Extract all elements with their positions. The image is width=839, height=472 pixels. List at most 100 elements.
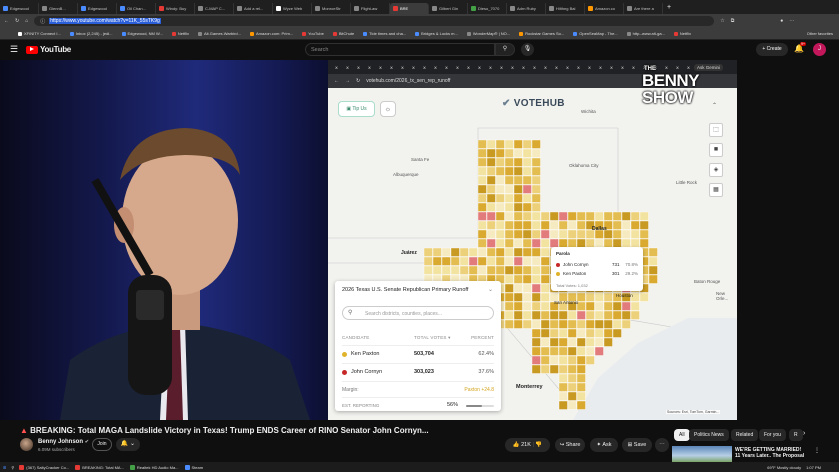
bookmark-item[interactable]: Amazon.com: Prim...	[249, 31, 293, 36]
bookmark-item[interactable]: BitChute	[332, 31, 354, 36]
more-actions-button[interactable]: ⋯	[655, 438, 669, 452]
bookmark-favicon-icon	[466, 31, 471, 36]
browser-tab[interactable]: Oil Chan...	[117, 3, 156, 14]
embedded-tab: X	[621, 64, 624, 70]
join-button[interactable]: Join	[92, 438, 112, 451]
browser-tab[interactable]: Edgewood	[78, 3, 117, 14]
home-icon[interactable]: ⌂	[25, 18, 28, 24]
filter-chip[interactable]: R	[789, 429, 803, 441]
tab-favicon-icon	[120, 6, 125, 11]
taskbar-app[interactable]: (367) SaltyCracker Co...	[19, 464, 69, 470]
chips-next-icon[interactable]: ›	[803, 430, 805, 437]
notifications-button[interactable]: 🔔 9+	[794, 42, 806, 53]
hamburger-menu-icon[interactable]: ☰	[10, 44, 18, 55]
start-icon[interactable]: ⊞	[3, 465, 6, 470]
browser-tab[interactable]: Gilbert Gin	[429, 3, 468, 14]
browser-tab[interactable]: GlennB...	[39, 3, 78, 14]
browser-tab[interactable]: Wyze Web	[273, 3, 312, 14]
host-camera-feed	[0, 60, 328, 420]
site-info-icon[interactable]: ⓘ	[40, 18, 45, 25]
taskbar-app[interactable]: Steam	[184, 464, 203, 470]
share-button[interactable]: ↪ Share	[555, 438, 585, 452]
new-tab-icon[interactable]: +	[667, 4, 671, 11]
county-cell	[549, 229, 559, 239]
tab-favicon-icon	[81, 6, 86, 11]
taskbar-search-icon[interactable]: ⚲	[11, 465, 14, 470]
channel-avatar[interactable]	[20, 438, 33, 451]
weather-widget[interactable]: 69°F Mostly cloudy	[767, 465, 801, 470]
search-input[interactable]: Search	[305, 43, 495, 56]
browser-tab[interactable]: Are there a	[624, 3, 663, 14]
browser-tab[interactable]: BRE	[390, 3, 429, 14]
bookmark-item[interactable]: Rockstar Games So...	[519, 31, 564, 36]
clock[interactable]: 1:07 PM	[806, 465, 821, 470]
browser-tab[interactable]: C-MAP C...	[195, 3, 234, 14]
bookmark-item[interactable]: Bridges & Locks m...	[415, 31, 458, 36]
save-button[interactable]: ⊞ Save	[622, 438, 652, 452]
county-cell	[531, 139, 541, 149]
subscribed-bell-button[interactable]: 🔔 ⌄	[116, 438, 140, 451]
verified-icon: ✔	[84, 439, 89, 445]
county-cell	[630, 301, 640, 311]
bookmark-item[interactable]: Tide times and cha...	[363, 31, 406, 36]
filter-chip[interactable]: Politics News	[689, 429, 729, 441]
bookmark-item[interactable]: Inbox (2,245) - jedi...	[69, 31, 113, 36]
county-cell	[567, 400, 577, 410]
county-cell	[432, 265, 442, 275]
star-icon[interactable]: ☆	[720, 18, 724, 24]
browser-tab[interactable]: Adrn Ruby	[507, 3, 546, 14]
county-cell	[504, 301, 514, 311]
county-cell	[576, 346, 586, 356]
label-santa-fe: Santa Fe	[411, 157, 430, 162]
county-cell	[522, 202, 532, 212]
taskbar-app[interactable]: BREAKING: Total MA...	[75, 464, 124, 470]
county-cell	[495, 139, 505, 149]
embedded-tab: X	[599, 64, 602, 70]
voice-search-button[interactable]: 🎙	[521, 43, 534, 56]
taskbar-app[interactable]: Realtek HD Audio Ma...	[129, 464, 179, 470]
menu-icon[interactable]: ⋯	[789, 18, 794, 24]
bookmark-item[interactable]: http--www.alt-ga...	[626, 31, 665, 36]
browser-tab[interactable]: Hilthng Bal	[546, 3, 585, 14]
bookmark-item[interactable]: Netflix	[673, 31, 691, 36]
back-icon[interactable]: ←	[4, 18, 9, 24]
county-cell	[576, 382, 586, 392]
bookmark-item[interactable]: Netflix	[171, 31, 189, 36]
browser-tab[interactable]: Flight-aw	[351, 3, 390, 14]
youtube-logo[interactable]: YouTube	[26, 45, 71, 54]
label-new-orleans: New Orle...	[716, 291, 729, 301]
bookmark-item[interactable]: WonderMap® | NO...	[466, 31, 510, 36]
bookmark-item[interactable]: OpenSeaMap - The...	[573, 31, 618, 36]
filter-chip[interactable]: All	[674, 429, 690, 441]
browser-tab[interactable]: MonroeStr	[312, 3, 351, 14]
channel-name[interactable]: Benny Johnson ✔	[38, 439, 89, 445]
recommended-more-icon[interactable]: ⋮	[814, 447, 820, 454]
filter-chip[interactable]: For you	[759, 429, 786, 441]
ask-button[interactable]: ✦ Ask	[590, 438, 618, 452]
browser-tab[interactable]: Dieso_7070	[468, 3, 507, 14]
bookmark-item[interactable]: XFINITY Connect I...	[18, 31, 61, 36]
browser-tab[interactable]: Add a rel...	[234, 3, 273, 14]
bookmark-item[interactable]: YouTube	[302, 31, 324, 36]
account-avatar[interactable]: J	[813, 43, 826, 56]
refresh-icon[interactable]: ↻	[15, 18, 19, 24]
filter-chip[interactable]: Related	[731, 429, 759, 441]
bookmark-item[interactable]: Edgewood, NM W...	[121, 31, 163, 36]
browser-tab[interactable]: Windy: Buy	[156, 3, 195, 14]
like-dislike-button[interactable]: 👍 21K | 👎	[505, 438, 550, 452]
bookmark-favicon-icon	[302, 31, 307, 36]
county-cell	[450, 265, 460, 275]
bookmark-item[interactable]: Alt.Games.Warbird...	[198, 31, 241, 36]
create-button[interactable]: + Create	[756, 43, 788, 56]
county-cell	[495, 202, 505, 212]
search-button[interactable]: ⚲	[495, 43, 515, 56]
address-bar[interactable]: ⓘ https://www.youtube.com/watch?v=11K_55…	[34, 16, 715, 26]
url-text[interactable]: https://www.youtube.com/watch?v=11K_55sT…	[49, 18, 161, 24]
extensions-icon[interactable]: ⧉	[731, 18, 735, 24]
other-favorites[interactable]: Other favorites	[807, 31, 833, 36]
recommended-thumbnail[interactable]	[672, 446, 732, 462]
browser-tab[interactable]: Edgewood	[0, 3, 39, 14]
recommended-title[interactable]: WE'RE GETTING MARRIED! 11 Years Later.. …	[735, 447, 807, 460]
profile-icon[interactable]: ●	[780, 18, 783, 24]
browser-tab[interactable]: Amazon.co	[585, 3, 624, 14]
